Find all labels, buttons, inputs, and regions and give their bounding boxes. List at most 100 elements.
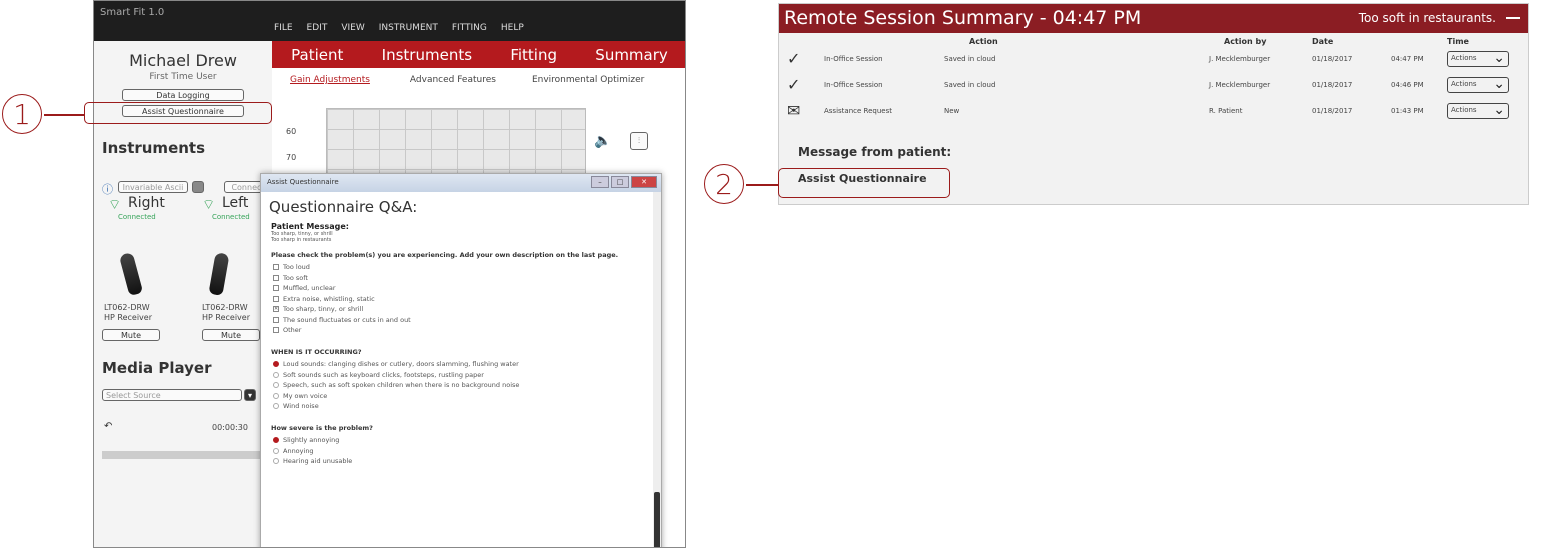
scrollbar-thumb[interactable] bbox=[654, 492, 660, 547]
menu-file[interactable]: FILE bbox=[274, 23, 293, 33]
option-label: Muffled, unclear bbox=[283, 284, 336, 292]
rewind-icon[interactable]: ↶ bbox=[104, 421, 112, 432]
q3-options-option[interactable]: Annoying bbox=[273, 447, 661, 455]
tab-fitting[interactable]: Fitting bbox=[510, 46, 557, 64]
radio-button[interactable] bbox=[273, 447, 279, 454]
info-icon[interactable]: ⓘ bbox=[102, 181, 113, 197]
left-mute-button[interactable]: Mute bbox=[202, 329, 260, 341]
source-dropdown-icon[interactable]: ▾ bbox=[244, 389, 256, 401]
media-time: 00:00:30 bbox=[212, 423, 248, 432]
minimize-dash-icon[interactable] bbox=[1506, 17, 1520, 19]
q1-options-option[interactable]: Too soft bbox=[273, 274, 661, 282]
option-label: Annoying bbox=[283, 446, 314, 455]
right-label: Right bbox=[128, 195, 165, 211]
q1-options-option[interactable]: Too loud bbox=[273, 263, 661, 271]
subtab-gain-adjustments[interactable]: Gain Adjustments bbox=[290, 75, 370, 85]
checkbox[interactable] bbox=[273, 274, 279, 281]
left-label: Left bbox=[222, 195, 249, 211]
checkbox[interactable] bbox=[273, 285, 279, 291]
menu-help[interactable]: HELP bbox=[501, 23, 524, 33]
radio-button[interactable] bbox=[273, 392, 279, 399]
checkbox[interactable] bbox=[273, 316, 279, 323]
option-label: Slightly annoying bbox=[283, 436, 340, 444]
radio-button[interactable] bbox=[273, 371, 279, 378]
row-by: J. Mecklemburger bbox=[1209, 55, 1271, 63]
option-label: Extra noise, whistling, static bbox=[283, 294, 375, 303]
smart-fit-window: Smart Fit 1.0 FILE EDIT VIEW INSTRUMENT … bbox=[93, 0, 686, 548]
q1-options-option[interactable]: The sound fluctuates or cuts in and out bbox=[273, 316, 661, 324]
tab-summary[interactable]: Summary bbox=[595, 46, 668, 64]
q1-options-option[interactable]: Extra noise, whistling, static bbox=[273, 295, 661, 303]
sliders-icon[interactable]: ⫶ bbox=[630, 132, 648, 150]
actions-button[interactable]: Actions ⌄ bbox=[1447, 50, 1509, 67]
left-hearing-aid-image bbox=[208, 252, 230, 296]
right-mute-button[interactable]: Mute bbox=[102, 329, 160, 341]
subtab-advanced-features[interactable]: Advanced Features bbox=[410, 75, 496, 85]
panel-note: Too soft in restaurants. bbox=[1358, 11, 1496, 25]
dialog-titlebar: Assist Questionnaire – □ ✕ bbox=[261, 174, 661, 192]
checkbox[interactable] bbox=[273, 295, 279, 302]
q3-options-option[interactable]: Slightly annoying bbox=[273, 436, 661, 444]
search-button[interactable] bbox=[192, 181, 204, 193]
actions-button[interactable]: Actions ⌄ bbox=[1447, 102, 1509, 119]
q1-options-option[interactable]: ✕ Too sharp, tinny, or shrill bbox=[273, 305, 661, 313]
radio-button[interactable] bbox=[273, 437, 279, 443]
tab-instruments[interactable]: Instruments bbox=[382, 46, 472, 64]
radio-button[interactable] bbox=[273, 361, 279, 367]
patient-status: First Time User bbox=[149, 72, 217, 82]
q2-options-option[interactable]: Loud sounds: clanging dishes or cutlery,… bbox=[273, 360, 661, 368]
q3-options-option[interactable]: Hearing aid unusable bbox=[273, 457, 661, 465]
right-hearing-aid-image bbox=[118, 251, 144, 297]
q2-options-option[interactable]: My own voice bbox=[273, 392, 661, 400]
chevron-down-icon: ⌄ bbox=[1493, 76, 1505, 92]
option-label: Other bbox=[283, 326, 302, 334]
q2-options-option[interactable]: Soft sounds such as keyboard clicks, foo… bbox=[273, 371, 661, 379]
checkbox[interactable] bbox=[273, 264, 279, 270]
media-progress[interactable] bbox=[102, 451, 262, 459]
actions-button-label: Actions bbox=[1451, 106, 1477, 114]
instrument-search-input[interactable]: Invariable Ascii bbox=[118, 181, 188, 193]
menu-view[interactable]: VIEW bbox=[341, 23, 364, 33]
question-3: How severe is the problem? bbox=[271, 424, 373, 432]
check-circle-icon: ✓ bbox=[787, 75, 801, 94]
col-time: Time bbox=[1447, 37, 1469, 46]
left-receiver: HP Receiver bbox=[202, 313, 250, 322]
callout-1-line bbox=[44, 114, 84, 116]
row-date: 01/18/2017 bbox=[1312, 107, 1353, 115]
radio-button[interactable] bbox=[273, 403, 279, 409]
checkbox[interactable] bbox=[273, 327, 279, 333]
actions-button-label: Actions bbox=[1451, 80, 1477, 88]
app-titlebar: Smart Fit 1.0 FILE EDIT VIEW INSTRUMENT … bbox=[94, 1, 685, 41]
left-model: LT062-DRW bbox=[202, 303, 248, 312]
q1-options-option[interactable]: Other bbox=[273, 326, 661, 334]
close-icon[interactable]: ✕ bbox=[631, 176, 657, 188]
tab-patient[interactable]: Patient bbox=[291, 46, 343, 64]
left-status: Connected bbox=[212, 213, 250, 221]
maximize-icon[interactable]: □ bbox=[611, 176, 629, 188]
speaker-icon[interactable]: 🔈 bbox=[594, 133, 611, 149]
source-select[interactable]: Select Source bbox=[102, 389, 242, 401]
menu-fitting[interactable]: FITTING bbox=[452, 23, 487, 33]
subtab-environmental-optimizer[interactable]: Environmental Optimizer bbox=[532, 75, 644, 85]
minimize-icon[interactable]: – bbox=[591, 176, 609, 188]
checkbox[interactable]: ✕ bbox=[273, 306, 279, 312]
q2-options-option[interactable]: Wind noise bbox=[273, 402, 661, 410]
radio-button[interactable] bbox=[273, 382, 279, 388]
dialog-scrollbar[interactable] bbox=[653, 192, 661, 547]
session-row: ✓ In-Office Session Saved in cloud J. Meckl… bbox=[779, 75, 1530, 97]
chart-y-60: 60 bbox=[286, 127, 297, 136]
assist-questionnaire-dialog: Assist Questionnaire – □ ✕ Questionnaire… bbox=[260, 173, 662, 547]
menu-edit[interactable]: EDIT bbox=[307, 23, 328, 33]
radio-button[interactable] bbox=[273, 458, 279, 464]
row-time: 04:46 PM bbox=[1391, 81, 1424, 89]
option-label: Wind noise bbox=[283, 402, 319, 410]
actions-button[interactable]: Actions ⌄ bbox=[1447, 76, 1509, 93]
data-logging-button[interactable]: Data Logging bbox=[122, 89, 244, 101]
q1-options-option[interactable]: Muffled, unclear bbox=[273, 284, 661, 292]
media-player-title: Media Player bbox=[102, 359, 212, 377]
actions-button-label: Actions bbox=[1451, 54, 1477, 62]
menu-instrument[interactable]: INSTRUMENT bbox=[379, 23, 438, 33]
q2-options-option[interactable]: Speech, such as soft spoken children whe… bbox=[273, 381, 661, 389]
session-row: ✓ In-Office Session Saved in cloud J. Meckl… bbox=[779, 49, 1530, 71]
panel-title: Remote Session Summary - 04:47 PM bbox=[784, 7, 1142, 29]
